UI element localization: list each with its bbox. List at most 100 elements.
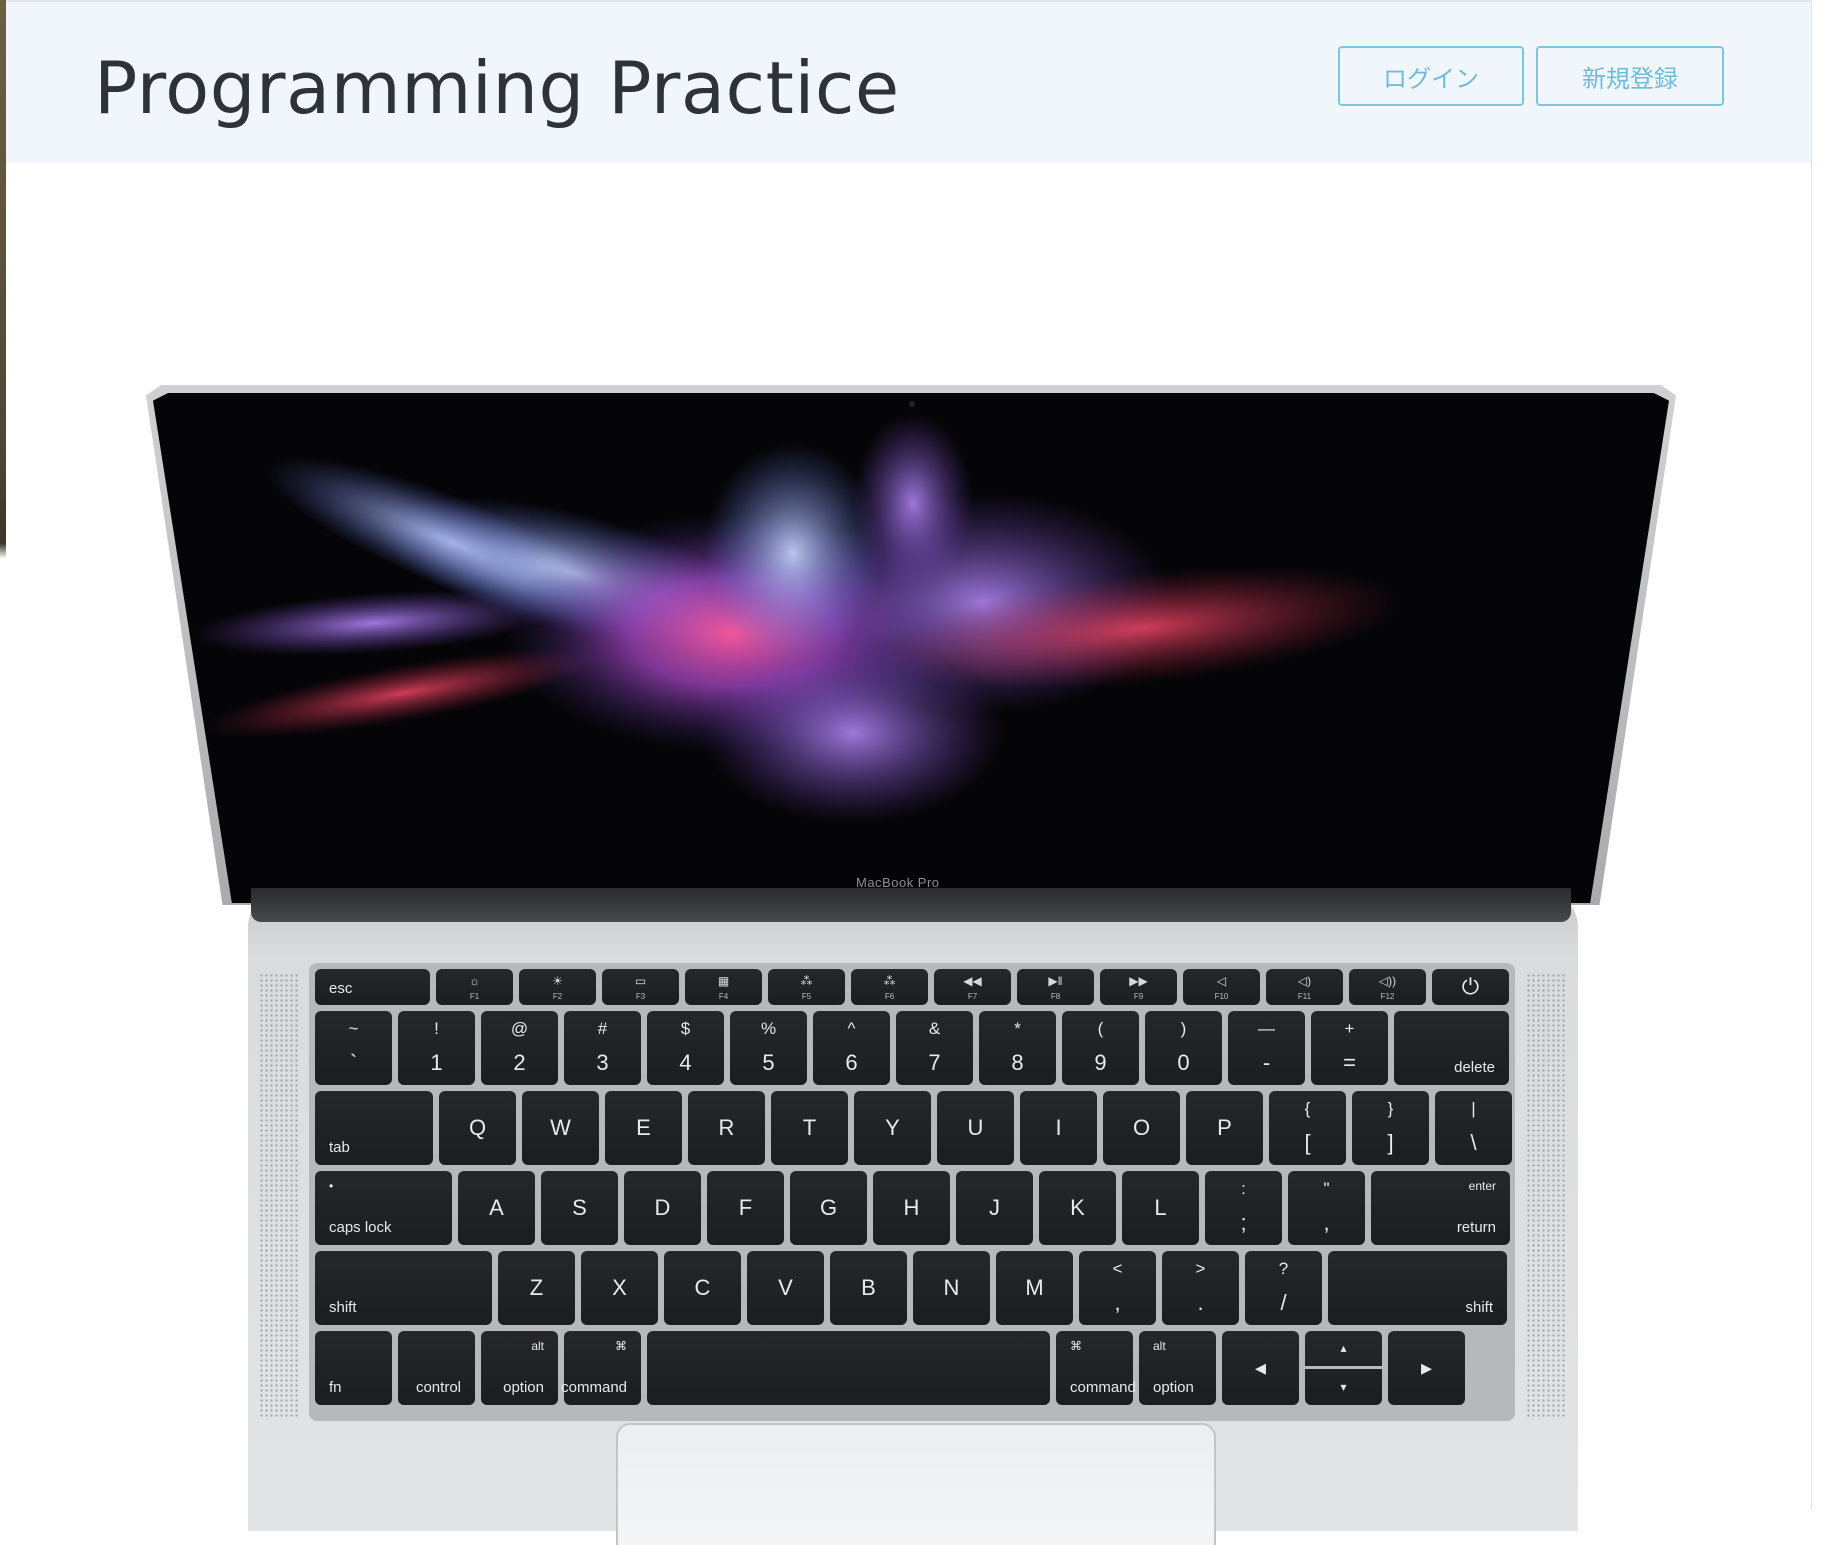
key[interactable]: caps lock •	[315, 1171, 452, 1245]
site-title[interactable]: Programming Practice	[94, 46, 900, 130]
key-label: Q	[468, 1115, 487, 1140]
arrow-up-icon[interactable]: ▴	[1305, 1331, 1382, 1369]
key-sublabel: F8	[1050, 992, 1061, 1001]
key[interactable]: option alt	[1139, 1331, 1216, 1405]
key[interactable]: I	[1020, 1091, 1097, 1165]
login-button[interactable]: ログイン	[1338, 46, 1524, 106]
key[interactable]: H	[873, 1171, 950, 1245]
key[interactable]: W	[522, 1091, 599, 1165]
key[interactable]: Z	[498, 1251, 575, 1325]
key[interactable]: shift	[315, 1251, 492, 1325]
key[interactable]: esc	[315, 969, 430, 1005]
key[interactable]: Q	[439, 1091, 516, 1165]
signup-button[interactable]: 新規登録	[1536, 46, 1724, 106]
key[interactable]: ~ `	[315, 1011, 392, 1085]
key[interactable]: E	[605, 1091, 682, 1165]
laptop-screen	[153, 393, 1669, 903]
key[interactable]: ◁)) F12	[1349, 969, 1426, 1005]
key[interactable]: ) 0	[1145, 1011, 1222, 1085]
key[interactable]: ▦ F4	[685, 969, 762, 1005]
key[interactable]: ☼ F1	[436, 969, 513, 1005]
key[interactable]: fn	[315, 1331, 392, 1405]
key[interactable]: K	[1039, 1171, 1116, 1245]
key[interactable]: A	[458, 1171, 535, 1245]
key[interactable]: ",	[1288, 1171, 1365, 1245]
key[interactable]: % 5	[730, 1011, 807, 1085]
key[interactable]: #3	[564, 1011, 641, 1085]
key[interactable]: ◁ F10	[1183, 969, 1260, 1005]
key-label: 7	[928, 1050, 941, 1075]
key-label: B	[861, 1275, 876, 1300]
key[interactable]: Y	[854, 1091, 931, 1165]
key[interactable]: ^ 6	[813, 1011, 890, 1085]
key[interactable]: }]	[1352, 1091, 1429, 1165]
key[interactable]: @2	[481, 1011, 558, 1085]
key[interactable]: :;	[1205, 1171, 1282, 1245]
key[interactable]: C	[664, 1251, 741, 1325]
key-label: N	[943, 1275, 960, 1300]
key[interactable]: L	[1122, 1171, 1199, 1245]
key[interactable]: ▴ ▾	[1305, 1331, 1382, 1405]
arrow-down-icon[interactable]: ▾	[1305, 1369, 1382, 1405]
key-label: esc	[329, 980, 353, 997]
key[interactable]: ▸	[1388, 1331, 1465, 1405]
key[interactable]: ? /	[1245, 1251, 1322, 1325]
key[interactable]: — -	[1228, 1011, 1305, 1085]
key[interactable]: N	[913, 1251, 990, 1325]
key[interactable]: ⁂ F6	[851, 969, 928, 1005]
key[interactable]	[647, 1331, 1050, 1405]
key[interactable]: delete	[1394, 1011, 1509, 1085]
key[interactable]: O	[1103, 1091, 1180, 1165]
key[interactable]: F	[707, 1171, 784, 1245]
key[interactable]: (9	[1062, 1011, 1139, 1085]
key-label: \	[1470, 1130, 1477, 1155]
key[interactable]: V	[747, 1251, 824, 1325]
key-shift-label: &	[928, 1019, 941, 1038]
key[interactable]: ☀ F2	[519, 969, 596, 1005]
key[interactable]: >.	[1162, 1251, 1239, 1325]
key[interactable]: T	[771, 1091, 848, 1165]
key[interactable]: ◀◀ F7	[934, 969, 1011, 1005]
key[interactable]: command ⌘	[1056, 1331, 1136, 1405]
key[interactable]: R	[688, 1091, 765, 1165]
key[interactable]: <,	[1079, 1251, 1156, 1325]
key[interactable]: option alt	[481, 1331, 558, 1405]
key[interactable]: + =	[1311, 1011, 1388, 1085]
key[interactable]: control	[398, 1331, 475, 1405]
key[interactable]: $4	[647, 1011, 724, 1085]
key[interactable]: command ⌘	[561, 1331, 641, 1405]
key[interactable]: shift	[1328, 1251, 1507, 1325]
key-modifier-label: enter	[1468, 1179, 1496, 1193]
key[interactable]: X	[581, 1251, 658, 1325]
key[interactable]: G	[790, 1171, 867, 1245]
key[interactable]: & 7	[896, 1011, 973, 1085]
key[interactable]: D	[624, 1171, 701, 1245]
key-shift-label: ?	[1278, 1259, 1289, 1278]
site-header: Programming Practice ログイン 新規登録	[6, 0, 1812, 163]
key[interactable]: ⏻	[1432, 969, 1509, 1005]
key[interactable]: ! 1	[398, 1011, 475, 1085]
key[interactable]: * 8	[979, 1011, 1056, 1085]
key[interactable]: M	[996, 1251, 1073, 1325]
key[interactable]: B	[830, 1251, 907, 1325]
key[interactable]: ◁) F11	[1266, 969, 1343, 1005]
key[interactable]: ◂	[1222, 1331, 1299, 1405]
key[interactable]: ▶▶ F9	[1100, 969, 1177, 1005]
key-label: E	[636, 1115, 651, 1140]
function-key-icon: ◁)	[1297, 974, 1312, 988]
key[interactable]: tab	[315, 1091, 433, 1165]
key[interactable]: U	[937, 1091, 1014, 1165]
key[interactable]: {[	[1269, 1091, 1346, 1165]
key[interactable]: ▭ F3	[602, 969, 679, 1005]
key[interactable]: return enter	[1371, 1171, 1510, 1245]
key-label: I	[1055, 1115, 1062, 1140]
key[interactable]: | \	[1435, 1091, 1512, 1165]
key[interactable]: J	[956, 1171, 1033, 1245]
key[interactable]: ▶‖ F8	[1017, 969, 1094, 1005]
key-sublabel: F11	[1297, 992, 1312, 1001]
key[interactable]: ⁂ F5	[768, 969, 845, 1005]
key[interactable]: S	[541, 1171, 618, 1245]
key-shift-label: (	[1097, 1019, 1104, 1038]
key[interactable]: P	[1186, 1091, 1263, 1165]
key-shift-label: !	[434, 1019, 439, 1038]
